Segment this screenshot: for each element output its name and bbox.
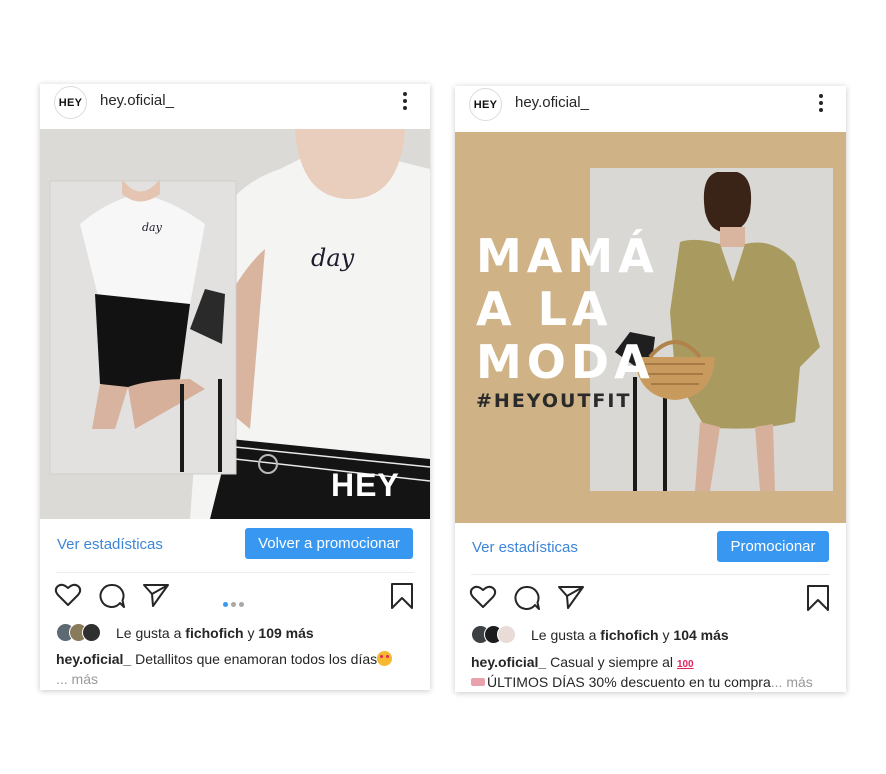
heart-icon[interactable] <box>469 584 497 610</box>
likes-count[interactable]: 109 más <box>258 625 313 641</box>
carousel-indicator <box>223 594 244 612</box>
promotion-row: Ver estadísticas Promocionar <box>455 523 846 575</box>
promote-again-button[interactable]: Volver a promocionar <box>245 528 413 559</box>
more-options-icon[interactable] <box>818 94 824 114</box>
hashtag-text: #HEYOUTFIT <box>476 390 632 412</box>
headline-line-2: A LA <box>476 282 613 336</box>
likes-connector: y <box>662 627 670 643</box>
action-bar <box>40 582 430 622</box>
promote-button[interactable]: Promocionar <box>717 531 829 562</box>
caption-line-2: ÚLTIMOS DÍAS 30% descuento en tu compra.… <box>471 672 836 692</box>
post-card-2: HEY hey.oficial_ MAMÁ A LA MODA #HEYOUTF… <box>455 86 846 692</box>
liked-by-user[interactable]: fichofich <box>600 627 658 643</box>
headline-line-1: MAMÁ <box>476 229 659 283</box>
liker-avatar <box>82 623 101 642</box>
comment-icon[interactable] <box>98 582 126 610</box>
promotion-row: Ver estadísticas Volver a promocionar <box>40 520 430 572</box>
post-card-1: HEY hey.oficial_ day day HEY Ver estadís… <box>40 84 430 690</box>
post-image[interactable]: day day HEY <box>40 129 430 519</box>
likes-row[interactable]: Le gusta a fichofich y 104 más <box>471 624 729 646</box>
likes-count[interactable]: 104 más <box>673 627 728 643</box>
hey-logo: HEY <box>331 467 400 503</box>
divider <box>471 574 830 575</box>
hundred-points-emoji: 100 <box>676 659 694 670</box>
post-header: HEY hey.oficial_ <box>455 86 846 130</box>
likes-connector: y <box>247 625 255 641</box>
post-photo-graphic <box>40 129 430 519</box>
caption-more[interactable]: ... más <box>771 674 813 690</box>
bookmark-icon[interactable] <box>390 582 414 610</box>
caption-username[interactable]: hey.oficial_ <box>471 654 546 670</box>
headline-line-3: MODA <box>476 335 655 389</box>
liker-avatars <box>471 625 525 645</box>
caption: hey.oficial_ Detallitos que enamoran tod… <box>56 649 420 669</box>
more-options-icon[interactable] <box>402 92 408 112</box>
avatar[interactable]: HEY <box>469 88 502 121</box>
action-bar <box>455 584 846 624</box>
divider <box>56 572 414 573</box>
megaphone-emoji <box>471 678 485 686</box>
stats-link[interactable]: Ver estadísticas <box>472 539 578 556</box>
caption-more[interactable]: ... más <box>56 669 420 689</box>
caption-text: Detallitos que enamoran todos los días <box>135 651 378 667</box>
share-icon[interactable] <box>142 582 170 608</box>
caption-line-2-text: ÚLTIMOS DÍAS 30% descuento en tu compra <box>487 674 771 690</box>
caption-username[interactable]: hey.oficial_ <box>56 651 131 667</box>
inset-tee-text: day <box>142 221 162 234</box>
username[interactable]: hey.oficial_ <box>100 92 174 109</box>
post-image[interactable]: MAMÁ A LA MODA #HEYOUTFIT <box>455 132 846 523</box>
comment-icon[interactable] <box>513 584 541 612</box>
likes-prefix: Le gusta a <box>116 625 182 641</box>
caption-text: Casual y siempre al <box>550 654 674 670</box>
username[interactable]: hey.oficial_ <box>515 94 589 111</box>
carousel-dot-active <box>223 602 228 607</box>
liked-by-user[interactable]: fichofich <box>185 625 243 641</box>
stats-link[interactable]: Ver estadísticas <box>57 536 163 553</box>
tee-text: day <box>311 244 355 272</box>
liker-avatar <box>497 625 516 644</box>
liker-avatars <box>56 623 110 643</box>
carousel-dot <box>239 602 244 607</box>
heart-icon[interactable] <box>54 582 82 608</box>
avatar[interactable]: HEY <box>54 86 87 119</box>
share-icon[interactable] <box>557 584 585 610</box>
likes-row[interactable]: Le gusta a fichofich y 109 más <box>56 622 314 644</box>
bookmark-icon[interactable] <box>806 584 830 612</box>
heart-eyes-emoji <box>377 651 393 666</box>
post-header: HEY hey.oficial_ <box>40 84 430 128</box>
carousel-dot <box>231 602 236 607</box>
likes-prefix: Le gusta a <box>531 627 597 643</box>
